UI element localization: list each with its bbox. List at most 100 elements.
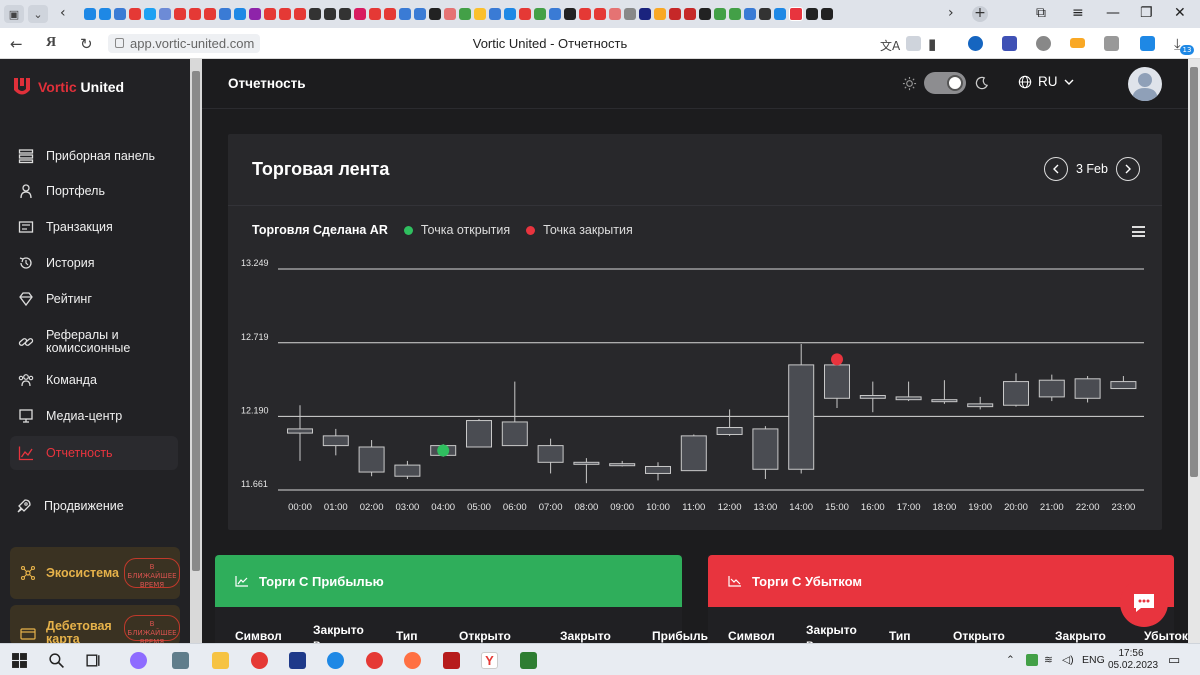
task-view-icon[interactable]: [85, 652, 102, 669]
collections-icon[interactable]: ⧉: [1036, 5, 1046, 21]
tab-favicon[interactable]: [594, 8, 606, 20]
yandex-app-icon[interactable]: Y: [481, 652, 498, 669]
tab-favicon[interactable]: [699, 8, 711, 20]
edge-icon[interactable]: [327, 652, 344, 669]
tab-favicon[interactable]: [669, 8, 681, 20]
tab-favicon[interactable]: [219, 8, 231, 20]
column-header[interactable]: Открыто: [953, 629, 1005, 643]
tab-favicon[interactable]: [129, 8, 141, 20]
live-chat-button[interactable]: [1120, 579, 1168, 627]
tab-favicon[interactable]: [609, 8, 621, 20]
prev-day-button[interactable]: [1044, 157, 1068, 181]
translate-icon[interactable]: 文A: [880, 37, 900, 54]
alice-assistant-icon[interactable]: [130, 652, 147, 669]
sidebar-scrollbar[interactable]: [190, 59, 202, 643]
tab-favicon[interactable]: [684, 8, 696, 20]
tab-favicon[interactable]: [729, 8, 741, 20]
xbox-icon[interactable]: [520, 652, 537, 669]
moon-icon[interactable]: [974, 76, 989, 91]
column-header[interactable]: Символ: [728, 629, 775, 643]
column-header[interactable]: Тип: [396, 629, 418, 643]
tab-favicon[interactable]: [579, 8, 591, 20]
sidebar-item-promotion[interactable]: Продвижение: [8, 490, 176, 522]
column-header[interactable]: Закрыто: [560, 629, 611, 643]
tab-favicon[interactable]: [759, 8, 771, 20]
next-day-button[interactable]: [1115, 157, 1140, 181]
column-header[interactable]: Прибыль: [652, 629, 708, 643]
sidebar-item-portfolio[interactable]: Портфель: [10, 175, 178, 207]
tab-list-chevron-icon[interactable]: ⌄: [28, 5, 48, 23]
search-icon[interactable]: [48, 652, 65, 669]
tab-favicon[interactable]: [99, 8, 111, 20]
tab-favicon[interactable]: [806, 8, 818, 20]
page-scrollbar[interactable]: [1188, 59, 1200, 643]
windows-start-icon[interactable]: [11, 652, 28, 669]
system-clock[interactable]: 17:56 05.02.2023: [1108, 648, 1158, 672]
tab-favicon[interactable]: [399, 8, 411, 20]
scrollbar-thumb[interactable]: [1190, 67, 1198, 477]
close-window-icon[interactable]: ✕: [1174, 5, 1186, 21]
language-selector[interactable]: RU: [1018, 74, 1074, 89]
column-header[interactable]: Тип: [889, 629, 911, 643]
bookmark-icon[interactable]: ▮: [928, 35, 936, 53]
extension-icon[interactable]: [1104, 36, 1119, 51]
tab-favicon[interactable]: [84, 8, 96, 20]
file-explorer-icon[interactable]: [212, 652, 229, 669]
promo-debit-card[interactable]: Дебетовая карта В БЛИЖАЙШЕЕ ВРЕМЯ: [10, 605, 180, 646]
yandex-browser-icon[interactable]: [251, 652, 268, 669]
security-shield-icon[interactable]: [289, 652, 306, 669]
calculator-icon[interactable]: [172, 652, 189, 669]
firefox-icon[interactable]: [404, 652, 421, 669]
sidebar-item-history[interactable]: История: [10, 247, 178, 279]
user-avatar[interactable]: [1128, 67, 1162, 101]
battery-icon[interactable]: [1070, 38, 1085, 48]
tab-favicon[interactable]: [294, 8, 306, 20]
tab-favicon[interactable]: [564, 8, 576, 20]
tab-favicon[interactable]: [474, 8, 486, 20]
tab-favicon[interactable]: [624, 8, 636, 20]
tab-favicon[interactable]: [744, 8, 756, 20]
tab-favicon[interactable]: [429, 8, 441, 20]
menu-icon[interactable]: ≡: [1072, 5, 1084, 21]
tab-favicon[interactable]: [264, 8, 276, 20]
column-header[interactable]: Убыток: [1144, 629, 1188, 643]
sidebar-item-rating[interactable]: Рейтинг: [10, 283, 178, 315]
tab-favicon[interactable]: [444, 8, 456, 20]
volume-icon[interactable]: ◁): [1062, 654, 1074, 666]
tab-favicon[interactable]: [159, 8, 171, 20]
tab-favicon[interactable]: [714, 8, 726, 20]
tab-favicon[interactable]: [249, 8, 261, 20]
input-language[interactable]: ENG: [1082, 654, 1105, 666]
scrollbar-thumb[interactable]: [192, 71, 200, 571]
tabs-scroll-left-icon[interactable]: ‹: [60, 5, 66, 21]
tab-favicon[interactable]: [174, 8, 186, 20]
tab-favicon[interactable]: [414, 8, 426, 20]
sun-icon[interactable]: [902, 76, 917, 91]
tab-favicon[interactable]: [489, 8, 501, 20]
vpn-globe-icon[interactable]: [1036, 36, 1051, 51]
new-tab-plus-icon[interactable]: +: [972, 6, 988, 22]
tab-favicon[interactable]: [354, 8, 366, 20]
minimize-icon[interactable]: —: [1106, 5, 1120, 21]
tab-favicon[interactable]: [639, 8, 651, 20]
tab-favicon[interactable]: [144, 8, 156, 20]
tab-favicon[interactable]: [204, 8, 216, 20]
sidebar-item-reports[interactable]: Отчетность: [10, 436, 178, 470]
tab-favicon[interactable]: [504, 8, 516, 20]
tray-app-icon[interactable]: [1026, 654, 1038, 666]
tab-favicon[interactable]: [339, 8, 351, 20]
sidebar-item-dashboard[interactable]: Приборная панель: [10, 140, 178, 172]
tab-favicon[interactable]: [459, 8, 471, 20]
legend-open-point[interactable]: Точка открытия: [403, 223, 510, 237]
sidebar-item-referrals[interactable]: Рефералы и комиссионные: [10, 324, 178, 360]
promo-ecosystem[interactable]: Экосистема В БЛИЖАЙШЕЕ ВРЕМЯ: [10, 547, 180, 599]
tab-favicon[interactable]: [549, 8, 561, 20]
notifications-icon[interactable]: ▭: [1168, 652, 1180, 668]
column-header[interactable]: Открыто: [459, 629, 511, 643]
column-header[interactable]: Закрыто: [1055, 629, 1106, 643]
tab-favicon[interactable]: [234, 8, 246, 20]
tab-favicon[interactable]: [821, 8, 833, 20]
sidebar-item-transaction[interactable]: Транзакция: [10, 211, 178, 243]
tab-favicon[interactable]: [519, 8, 531, 20]
chart-menu-icon[interactable]: [1132, 226, 1145, 240]
